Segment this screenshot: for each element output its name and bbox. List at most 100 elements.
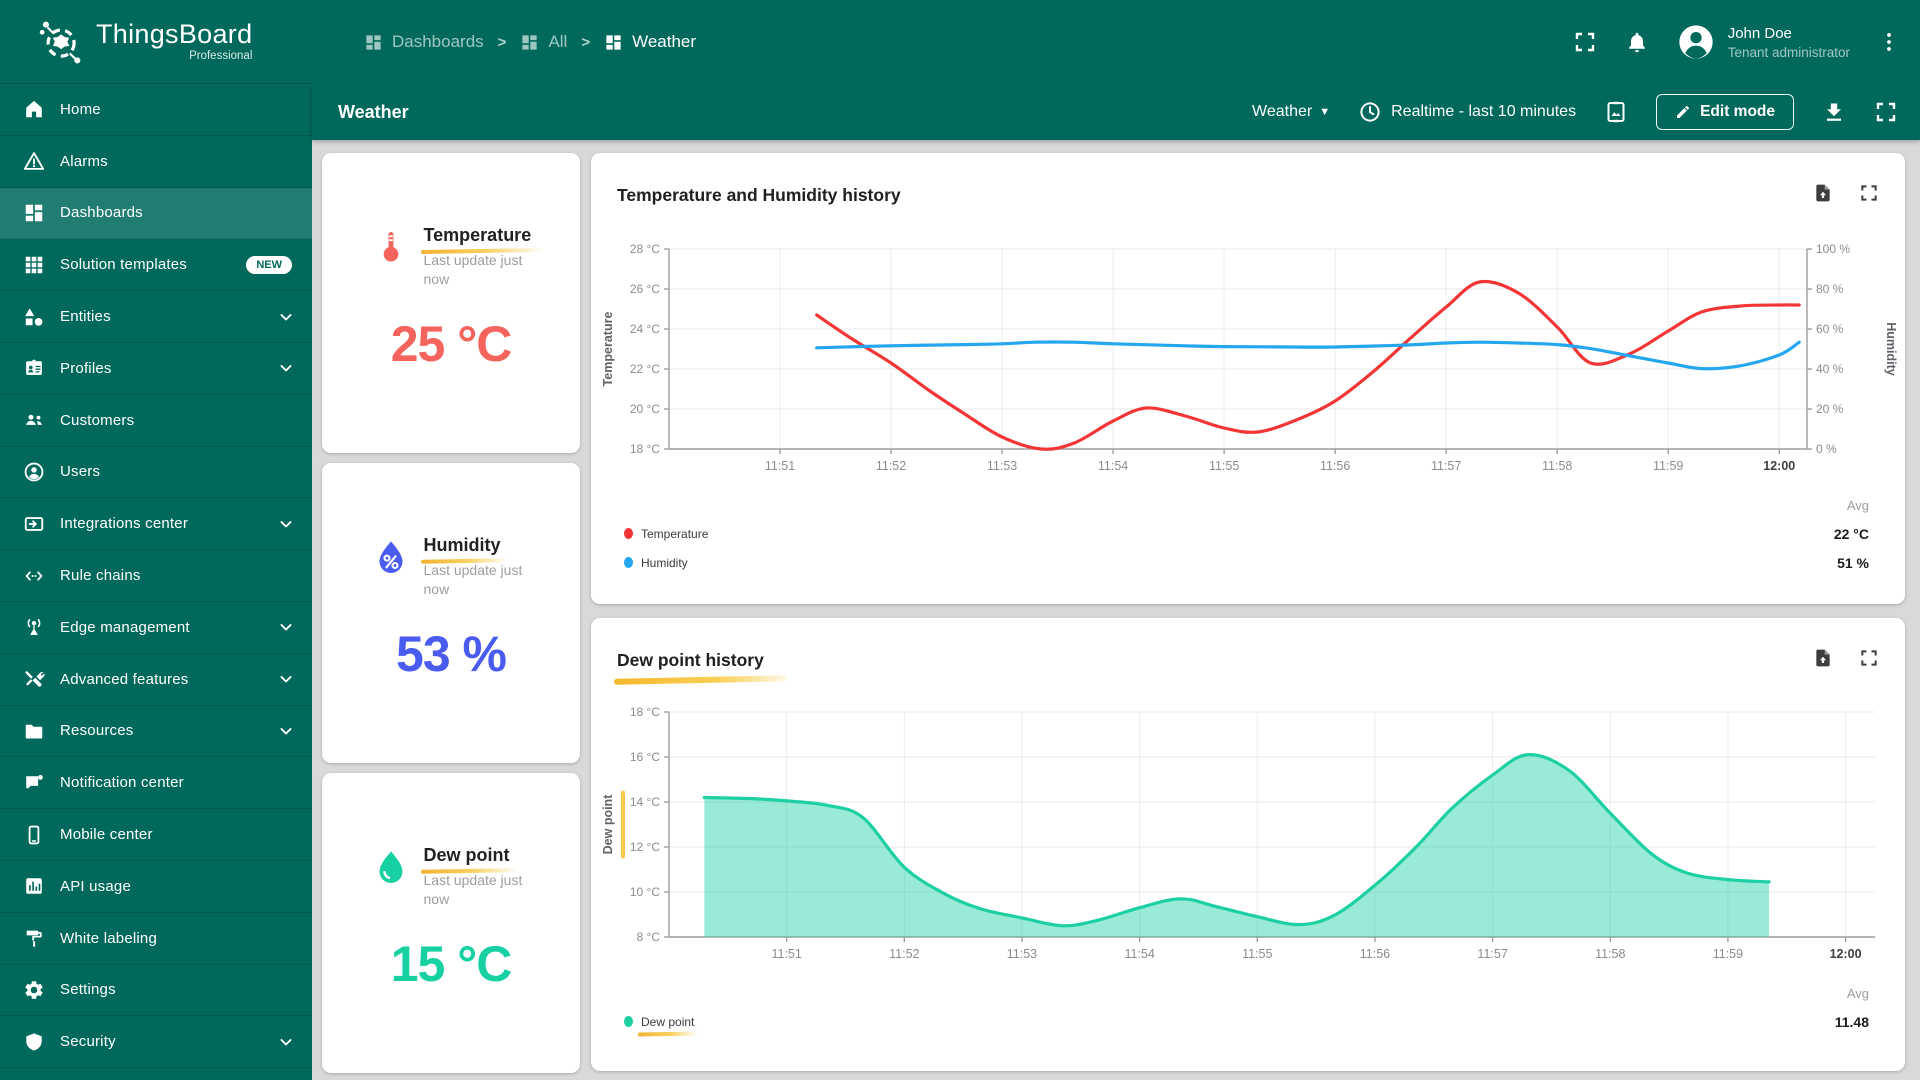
- sidebar-item-rule-chains[interactable]: Rule chains: [0, 550, 312, 602]
- expand-fullscreen-icon[interactable]: [1859, 183, 1879, 203]
- svg-text:20 °C: 20 °C: [630, 402, 660, 416]
- svg-text:11:52: 11:52: [876, 459, 906, 473]
- legend-item-temperature[interactable]: Temperature: [624, 519, 708, 548]
- sidebar-item-label: Alarms: [60, 152, 108, 170]
- svg-text:28 °C: 28 °C: [630, 242, 660, 256]
- sidebar-item-profiles[interactable]: Profiles: [0, 343, 312, 395]
- legend-item-humidity[interactable]: Humidity: [624, 548, 708, 577]
- sidebar-item-label: Mobile center: [60, 826, 153, 844]
- legend-dot: [624, 557, 633, 568]
- sidebar-item-label: Edge management: [60, 618, 190, 636]
- chart-title: Dew point history: [617, 650, 764, 670]
- mobile-center-icon: [23, 824, 45, 846]
- svg-text:14 °C: 14 °C: [630, 795, 660, 809]
- pencil-icon: [1675, 104, 1691, 120]
- svg-text:11:59: 11:59: [1653, 459, 1683, 473]
- rule-chains-icon: [23, 565, 45, 587]
- dashboard-grid: Temperature Last update just now 25 °C Hum…: [312, 140, 1920, 1080]
- users-icon: [23, 461, 45, 483]
- white-labeling-icon: [23, 927, 45, 949]
- stat-card-value: 25 °C: [390, 315, 513, 372]
- sidebar-item-alarms[interactable]: Alarms: [0, 136, 312, 188]
- sidebar-item-label: Dashboards: [60, 204, 143, 222]
- screenshot-icon[interactable]: [1604, 100, 1628, 124]
- logo[interactable]: ThingsBoard Professional: [0, 0, 312, 84]
- sidebar-item-resources[interactable]: Resources: [0, 706, 312, 758]
- expand-fullscreen-icon[interactable]: [1859, 648, 1879, 668]
- sidebar-item-label: Solution templates: [60, 256, 188, 274]
- sidebar-item-security[interactable]: Security: [0, 1016, 312, 1069]
- sidebar-item-settings[interactable]: Settings: [0, 965, 312, 1017]
- svg-text:18 °C: 18 °C: [630, 706, 660, 719]
- legend-item-dew-point[interactable]: Dew point: [624, 1007, 694, 1036]
- stat-card-value: 15 °C: [390, 935, 513, 992]
- sidebar-item-label: Advanced features: [60, 670, 189, 688]
- sidebar-item-dashboards[interactable]: Dashboards: [0, 187, 312, 240]
- chart-legend: Dew point Avg 11.48: [624, 979, 1869, 1036]
- dashboard-toolbar: Weather Weather ▼ Realtime - last 10 min…: [312, 84, 1920, 140]
- export-file-icon[interactable]: [1813, 183, 1833, 203]
- home-icon: [23, 98, 45, 120]
- edge-management-icon: [23, 616, 45, 638]
- svg-text:11:55: 11:55: [1242, 947, 1272, 961]
- customers-icon: [23, 409, 45, 431]
- svg-text:11:56: 11:56: [1320, 459, 1350, 473]
- chevron-down-icon: [276, 514, 296, 534]
- stat-card-title: Temperature: [423, 225, 532, 245]
- sidebar-item-entities[interactable]: Entities: [0, 291, 312, 343]
- sidebar-item-label: Notification center: [60, 774, 184, 792]
- svg-text:11:51: 11:51: [771, 947, 801, 961]
- breadcrumb-all[interactable]: All: [520, 32, 567, 52]
- resources-icon: [23, 720, 45, 742]
- export-file-icon[interactable]: [1813, 648, 1833, 668]
- svg-text:Temperature: Temperature: [601, 312, 615, 387]
- svg-text:8 °C: 8 °C: [637, 930, 661, 944]
- stat-card-dew-point: Dew point Last update just now 15 °C: [322, 773, 580, 1073]
- svg-text:12:00: 12:00: [1830, 947, 1862, 961]
- alarm-icon: [23, 150, 45, 172]
- svg-text:11:52: 11:52: [889, 947, 919, 961]
- sidebar-item-customers[interactable]: Customers: [0, 395, 312, 447]
- breadcrumb-dashboards[interactable]: Dashboards: [364, 32, 484, 52]
- svg-text:80 %: 80 %: [1816, 282, 1844, 296]
- sidebar-item-white-labeling[interactable]: White labeling: [0, 913, 312, 965]
- sidebar-item-solution-templates[interactable]: Solution templates NEW: [0, 239, 312, 292]
- advanced-features-icon: [23, 668, 45, 690]
- legend-avg-value-humidity: 51 %: [1837, 554, 1869, 571]
- sidebar-item-edge-management[interactable]: Edge management: [0, 602, 312, 654]
- sidebar-item-label: Home: [60, 100, 101, 118]
- notifications-bell-icon[interactable]: [1624, 29, 1650, 55]
- avatar: [1676, 22, 1716, 62]
- timewindow-button[interactable]: Realtime - last 10 minutes: [1358, 100, 1576, 124]
- user-menu[interactable]: John Doe Tenant administrator: [1676, 22, 1850, 62]
- sidebar-item-api-usage[interactable]: API usage: [0, 861, 312, 913]
- fullscreen-icon[interactable]: [1874, 100, 1898, 124]
- download-icon[interactable]: [1822, 100, 1846, 124]
- sidebar-item-users[interactable]: Users: [0, 447, 312, 499]
- chart-card-dew-point-history: Dew point history 8 °C 10 °C 12 °C 14 °C 16 °…: [591, 618, 1905, 1071]
- user-role: Tenant administrator: [1727, 44, 1850, 60]
- sidebar-item-home[interactable]: Home: [0, 84, 312, 136]
- api-usage-icon: [23, 875, 45, 897]
- edit-mode-button[interactable]: Edit mode: [1656, 94, 1794, 130]
- svg-text:24 °C: 24 °C: [630, 322, 660, 336]
- breadcrumb-weather[interactable]: Weather: [604, 32, 696, 52]
- stat-card-subtitle: Last update just now: [423, 252, 523, 287]
- sidebar-item-advanced-features[interactable]: Advanced features: [0, 654, 312, 706]
- sidebar-item-integrations-center[interactable]: Integrations center: [0, 498, 312, 551]
- dashboard-state-select[interactable]: Weather ▼: [1252, 103, 1330, 121]
- more-vert-icon[interactable]: [1876, 29, 1902, 55]
- legend-avg-header: Avg: [1846, 497, 1869, 513]
- sidebar-item-label: Users: [60, 463, 101, 481]
- profiles-icon: [23, 357, 45, 379]
- svg-text:11:57: 11:57: [1431, 459, 1461, 473]
- legend-avg-value-temperature: 22 °C: [1833, 525, 1869, 542]
- notification-center-icon: [23, 772, 45, 794]
- sidebar-item-notification-center[interactable]: Notification center: [0, 757, 312, 810]
- sidebar-item-mobile-center[interactable]: Mobile center: [0, 809, 312, 861]
- legend-dot: [624, 528, 633, 539]
- sidebar-menu: Home Alarms Dashboards Solution templates NE…: [0, 84, 312, 1080]
- sidebar-item-label: Settings: [60, 981, 116, 999]
- entities-icon: [23, 306, 45, 328]
- fullscreen-icon[interactable]: [1572, 29, 1598, 55]
